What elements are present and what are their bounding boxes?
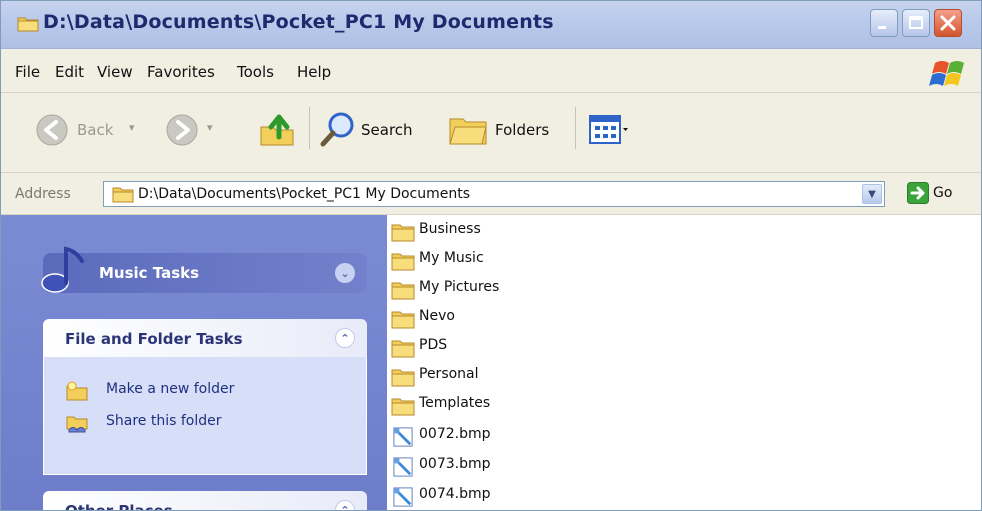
- window-title: D:\Data\Documents\Pocket_PC1 My Document…: [43, 11, 554, 33]
- menu-view[interactable]: View: [97, 63, 133, 81]
- forward-arrow-icon[interactable]: [165, 113, 199, 147]
- file-folder-tasks-header[interactable]: File and Folder Tasks ⌃: [43, 319, 367, 357]
- file-name: Templates: [419, 395, 491, 411]
- chevron-down-icon: ▼: [868, 188, 876, 200]
- maximize-button[interactable]: [902, 9, 930, 37]
- list-item[interactable]: Nevo: [389, 304, 589, 333]
- music-tasks-header[interactable]: Music Tasks ⌄: [41, 246, 367, 293]
- list-item[interactable]: PDS: [389, 333, 589, 362]
- title-bar[interactable]: D:\Data\Documents\Pocket_PC1 My Document…: [1, 1, 981, 49]
- file-name: PDS: [419, 337, 448, 353]
- close-button[interactable]: [934, 9, 962, 37]
- minimize-button[interactable]: [870, 9, 898, 37]
- forward-dropdown-icon[interactable]: ▾: [207, 121, 213, 134]
- back-label[interactable]: Back: [77, 121, 113, 139]
- folders-icon[interactable]: [447, 111, 489, 149]
- file-name: 0073.bmp: [419, 456, 491, 472]
- new-folder-icon: [66, 381, 88, 401]
- file-folder-tasks-body: Make a new folder Share this folder: [43, 357, 367, 475]
- music-tasks-title: Music Tasks: [99, 264, 200, 282]
- go-button[interactable]: Go: [933, 185, 952, 201]
- list-item[interactable]: 0073.bmp: [389, 452, 589, 481]
- list-item[interactable]: My Pictures: [389, 275, 589, 304]
- folder-icon: [391, 398, 415, 416]
- address-input[interactable]: D:\Data\Documents\Pocket_PC1 My Document…: [103, 181, 885, 207]
- windows-logo-icon: [929, 61, 964, 86]
- back-arrow-icon[interactable]: [35, 113, 69, 147]
- file-folder-tasks-title: File and Folder Tasks: [65, 330, 243, 348]
- search-icon[interactable]: [319, 111, 357, 149]
- task-pane: Music Tasks ⌄ File and Folder Tasks ⌃ Ma…: [1, 215, 387, 511]
- toolbar-separator: [309, 107, 310, 149]
- menu-help[interactable]: Help: [297, 63, 331, 81]
- bmp-file-icon: [393, 427, 413, 447]
- menu-tools[interactable]: Tools: [237, 63, 274, 81]
- maximize-icon: [909, 16, 923, 29]
- other-places-title: Other Places: [65, 502, 173, 511]
- other-places-header[interactable]: Other Places ⌃: [43, 491, 367, 511]
- folder-icon: [391, 369, 415, 387]
- menu-edit[interactable]: Edit: [55, 63, 84, 81]
- folder-icon: [112, 187, 134, 203]
- share-folder-icon: [66, 416, 88, 433]
- menu-bar: File Edit View Favorites Tools Help: [1, 49, 981, 93]
- toolbar-separator: [575, 107, 576, 149]
- folder-icon: [391, 340, 415, 358]
- up-folder-icon[interactable]: [257, 109, 297, 149]
- collapse-chevron-icon[interactable]: ⌃: [335, 500, 355, 510]
- share-this-folder-link[interactable]: Share this folder: [106, 413, 222, 429]
- bmp-file-icon: [393, 457, 413, 477]
- file-name: 0074.bmp: [419, 486, 491, 502]
- address-value: D:\Data\Documents\Pocket_PC1 My Document…: [138, 186, 471, 202]
- list-item[interactable]: 0074.bmp: [389, 482, 589, 510]
- file-name: 0072.bmp: [419, 426, 491, 442]
- list-item[interactable]: Templates: [389, 391, 589, 420]
- folder-icon: [391, 311, 415, 329]
- folder-icon: [391, 224, 415, 242]
- explorer-window: D:\Data\Documents\Pocket_PC1 My Document…: [0, 0, 982, 511]
- file-name: Business: [419, 221, 481, 237]
- folder-icon: [391, 282, 415, 300]
- menu-favorites[interactable]: Favorites: [147, 63, 215, 81]
- menu-file[interactable]: File: [15, 63, 40, 81]
- address-label: Address: [15, 186, 71, 202]
- address-bar: Address D:\Data\Documents\Pocket_PC1 My …: [1, 173, 981, 215]
- collapse-chevron-icon[interactable]: ⌃: [335, 328, 355, 348]
- expand-chevron-icon[interactable]: ⌄: [335, 263, 355, 283]
- music-note-icon: [41, 246, 84, 293]
- folders-label[interactable]: Folders: [495, 121, 549, 139]
- file-name: Nevo: [419, 308, 455, 324]
- close-icon: [940, 15, 956, 31]
- file-name: My Pictures: [419, 279, 500, 295]
- minimize-icon: [878, 26, 886, 29]
- address-dropdown-button[interactable]: ▼: [862, 184, 882, 204]
- make-new-folder-link[interactable]: Make a new folder: [106, 381, 234, 397]
- list-item[interactable]: My Music: [389, 246, 589, 275]
- search-label[interactable]: Search: [361, 121, 413, 139]
- list-item[interactable]: 0072.bmp: [389, 422, 589, 451]
- toolbar: Back ▾ ▾ Search Folders: [1, 93, 981, 173]
- folder-icon: [17, 17, 39, 32]
- folder-icon: [391, 253, 415, 271]
- file-list: Business My Music My Pictures Nevo PDS P…: [387, 215, 981, 510]
- list-item[interactable]: Business: [389, 217, 589, 246]
- back-dropdown-icon[interactable]: ▾: [129, 121, 135, 134]
- list-item[interactable]: Personal: [389, 362, 589, 391]
- file-name: Personal: [419, 366, 479, 382]
- go-arrow-icon[interactable]: [907, 182, 929, 204]
- file-name: My Music: [419, 250, 484, 266]
- bmp-file-icon: [393, 487, 413, 507]
- views-icon[interactable]: [589, 115, 629, 145]
